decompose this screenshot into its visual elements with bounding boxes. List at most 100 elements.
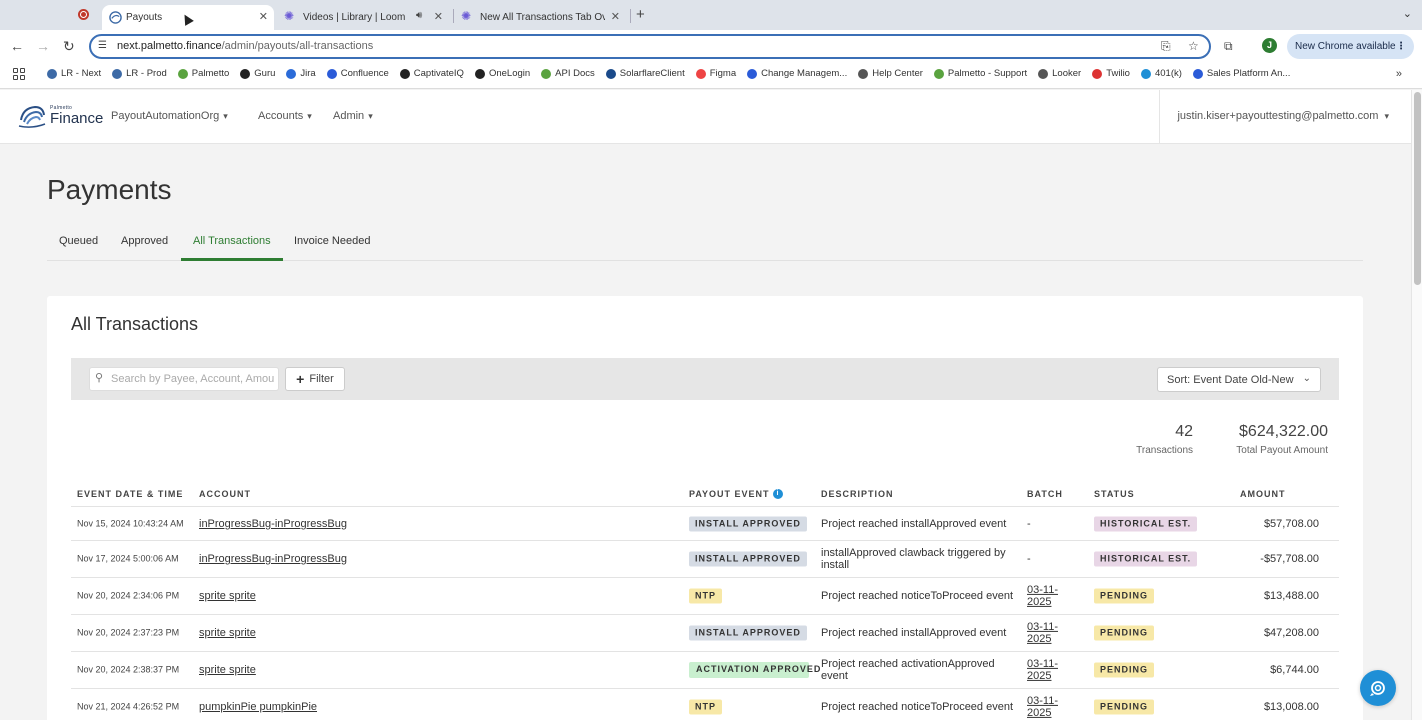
- batch-link[interactable]: 03-11-2025: [1027, 584, 1067, 608]
- sort-dropdown[interactable]: Sort: Event Date Old-New ⌄: [1157, 367, 1321, 392]
- address-bar[interactable]: ☰ next.palmetto.finance/admin/payouts/al…: [89, 34, 1211, 59]
- bookmark-item[interactable]: Figma: [695, 68, 736, 79]
- accounts-menu[interactable]: Accounts ▾: [258, 110, 312, 122]
- bookmark-item[interactable]: Looker: [1038, 68, 1081, 79]
- bookmark-item[interactable]: SolarflareClient: [605, 68, 685, 79]
- bookmark-favicon-icon: [240, 68, 251, 79]
- page-scrollbar[interactable]: [1411, 90, 1422, 720]
- close-tab-icon[interactable]: ✕: [434, 10, 443, 23]
- bookmark-label: API Docs: [555, 68, 595, 79]
- bookmark-star-icon[interactable]: ☆: [1188, 39, 1199, 53]
- scrollbar-thumb[interactable]: [1414, 92, 1421, 285]
- bookmark-favicon-icon: [1192, 68, 1203, 79]
- admin-menu[interactable]: Admin ▾: [333, 110, 373, 122]
- batch-link[interactable]: 03-11-2025: [1027, 621, 1067, 645]
- chevron-down-icon: ▾: [368, 110, 373, 121]
- account-link[interactable]: sprite sprite: [199, 664, 256, 676]
- search-icon: ⚲: [95, 372, 104, 384]
- bookmark-favicon-icon: [474, 68, 485, 79]
- info-icon[interactable]: i: [772, 489, 783, 499]
- bookmark-item[interactable]: Palmetto: [177, 68, 230, 79]
- bookmark-item[interactable]: Sales Platform An...: [1192, 68, 1291, 79]
- bookmark-item[interactable]: LR - Next: [47, 68, 101, 79]
- col-payout-event[interactable]: PAYOUT EVENT i: [689, 489, 783, 499]
- forward-icon[interactable]: →: [36, 38, 50, 54]
- back-icon[interactable]: ←: [10, 38, 24, 54]
- install-app-icon[interactable]: ⎘: [1161, 39, 1171, 54]
- bookmark-item[interactable]: API Docs: [541, 68, 595, 79]
- user-menu[interactable]: justin.kiser+payouttesting@palmetto.com ▾: [1177, 110, 1389, 122]
- bookmark-item[interactable]: Help Center: [858, 68, 923, 79]
- account-link[interactable]: inProgressBug-inProgressBug: [199, 518, 347, 530]
- table-row[interactable]: Nov 17, 2024 5:00:06 AM inProgressBug-inP…: [71, 541, 1339, 578]
- col-amount[interactable]: AMOUNT: [1240, 489, 1286, 499]
- account-link[interactable]: pumpkinPie pumpkinPie: [199, 701, 317, 713]
- table-row[interactable]: Nov 20, 2024 2:37:23 PM sprite sprite INST…: [71, 615, 1339, 652]
- palmetto-finance-logo[interactable]: Palmetto Finance: [17, 102, 103, 130]
- status-badge: PENDING: [1094, 699, 1155, 715]
- batch-link[interactable]: 03-11-2025: [1027, 658, 1067, 682]
- table-row[interactable]: Nov 21, 2024 4:26:52 PM pumpkinPie pumpki…: [71, 689, 1339, 720]
- help-chat-button[interactable]: [1360, 670, 1396, 706]
- new-tab-button[interactable]: +: [636, 6, 645, 23]
- search-input[interactable]: [111, 371, 275, 387]
- account-link[interactable]: inProgressBug-inProgressBug: [199, 553, 347, 565]
- speaker-icon[interactable]: 🔊︎: [416, 10, 422, 21]
- org-switcher[interactable]: PayoutAutomationOrg ▾: [111, 110, 228, 122]
- batch-link[interactable]: 03-11-2025: [1027, 695, 1067, 719]
- col-status[interactable]: STATUS: [1094, 489, 1135, 499]
- tab-loom[interactable]: ✺ Videos | Library | Loom 🔊︎ ✕: [284, 5, 449, 30]
- bookmarks-bar: LR - Next LR - Prod Palmetto Guru Jira Conflu…: [0, 63, 1422, 89]
- table-row[interactable]: Nov 15, 2024 10:43:24 AM inProgressBug-in…: [71, 508, 1339, 541]
- col-description[interactable]: DESCRIPTION: [821, 489, 894, 499]
- bookmark-item[interactable]: Palmetto - Support: [933, 68, 1027, 79]
- bookmark-label: Help Center: [872, 68, 923, 79]
- status-badge: PENDING: [1094, 662, 1155, 678]
- bookmark-item[interactable]: OneLogin: [474, 68, 531, 79]
- bookmark-item[interactable]: Confluence: [326, 68, 389, 79]
- record-icon[interactable]: [78, 9, 89, 20]
- tab-search-chevron-icon[interactable]: ⌄: [1403, 7, 1412, 20]
- payout-event-badge: NTP: [689, 588, 722, 604]
- close-tab-icon[interactable]: ✕: [259, 10, 268, 23]
- bookmark-label: Jira: [300, 68, 316, 79]
- tab-approved[interactable]: Approved: [121, 235, 168, 247]
- table-row[interactable]: Nov 20, 2024 2:38:37 PM sprite sprite ACTI…: [71, 652, 1339, 689]
- bookmark-label: OneLogin: [488, 68, 531, 79]
- loom-icon: ✺: [461, 9, 472, 23]
- extensions-icon[interactable]: ⧉: [1224, 39, 1233, 54]
- bookmark-item[interactable]: Jira: [286, 68, 316, 79]
- bookmark-item[interactable]: Twilio: [1092, 68, 1130, 79]
- tab-divider: [453, 9, 454, 23]
- bookmark-item[interactable]: Change Managem...: [747, 68, 847, 79]
- tab-all-transactions[interactable]: All Transactions: [193, 235, 271, 247]
- bookmark-label: Palmetto: [191, 68, 230, 79]
- bookmark-item[interactable]: Guru: [240, 68, 275, 79]
- col-account[interactable]: ACCOUNT: [199, 489, 251, 499]
- bookmark-label: Sales Platform An...: [1206, 68, 1291, 79]
- bookmark-label: Confluence: [340, 68, 389, 79]
- filter-button[interactable]: + Filter: [285, 367, 345, 391]
- bookmark-label: SolarflareClient: [619, 68, 685, 79]
- close-tab-icon[interactable]: ✕: [611, 10, 620, 23]
- col-event-date[interactable]: EVENT DATE & TIME: [77, 489, 183, 499]
- col-batch[interactable]: BATCH: [1027, 489, 1063, 499]
- bookmark-label: CaptivateIQ: [413, 68, 464, 79]
- bookmark-item[interactable]: LR - Prod: [112, 68, 167, 79]
- profile-avatar[interactable]: J: [1262, 38, 1277, 53]
- reload-icon[interactable]: ↻: [63, 38, 75, 55]
- bookmark-item[interactable]: CaptivateIQ: [399, 68, 464, 79]
- bookmark-item[interactable]: 401(k): [1140, 68, 1182, 79]
- chrome-update-button[interactable]: New Chrome available ⋮: [1287, 34, 1414, 59]
- tab-queued[interactable]: Queued: [59, 235, 98, 247]
- table-row[interactable]: Nov 20, 2024 2:34:06 PM sprite sprite NTP P…: [71, 578, 1339, 615]
- tab-new-all-transactions[interactable]: ✺ New All Transactions Tab Ove ✕: [461, 5, 626, 30]
- event-date-cell: Nov 20, 2024 2:38:37 PM: [77, 664, 180, 675]
- tab-invoice-needed[interactable]: Invoice Needed: [294, 235, 370, 247]
- more-bookmarks-icon[interactable]: »: [1396, 68, 1402, 80]
- account-link[interactable]: sprite sprite: [199, 590, 256, 602]
- apps-grid-icon[interactable]: [13, 68, 25, 80]
- status-badge: PENDING: [1094, 588, 1155, 604]
- account-link[interactable]: sprite sprite: [199, 627, 256, 639]
- site-info-icon[interactable]: ☰: [98, 40, 107, 51]
